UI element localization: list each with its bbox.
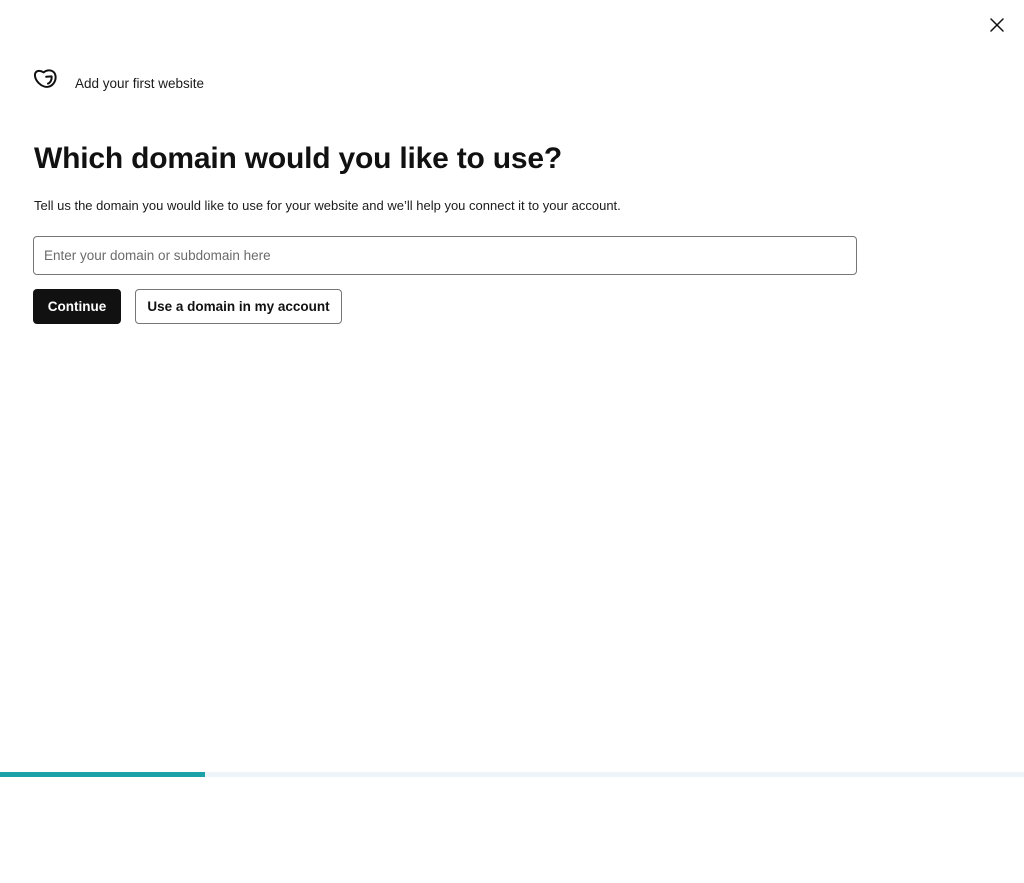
godaddy-logo-icon	[33, 67, 59, 93]
page-subtitle: Tell us the domain you would like to use…	[34, 198, 621, 213]
progress-bar-fill	[0, 772, 205, 777]
page-title: Which domain would you like to use?	[34, 142, 563, 175]
close-button[interactable]	[985, 13, 1009, 37]
domain-input[interactable]	[33, 236, 857, 275]
close-icon	[990, 18, 1004, 32]
progress-bar	[0, 772, 1024, 777]
brand-header: Add your first website	[33, 67, 204, 93]
continue-button[interactable]: Continue	[33, 289, 121, 324]
add-website-page: Add your first website Which domain woul…	[0, 0, 1024, 883]
brand-text: Add your first website	[75, 75, 205, 91]
use-domain-in-account-button[interactable]: Use a domain in my account	[135, 289, 342, 324]
